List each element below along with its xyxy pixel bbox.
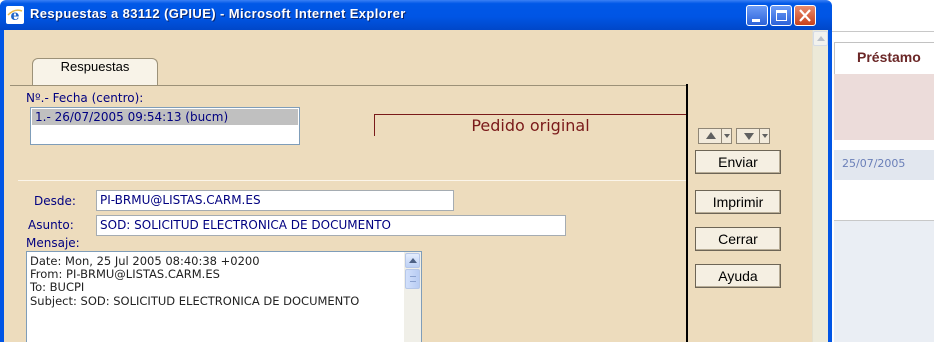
mensaje-line: From: PI-BRMU@LISTAS.CARM.ES xyxy=(30,267,220,281)
dropdown-toggle[interactable] xyxy=(759,129,769,143)
mensaje-line: Subject: SOD: SOLICITUD ELECTRONICA DE D… xyxy=(30,294,360,308)
chevron-down-icon xyxy=(724,134,730,138)
desde-label: Desde: xyxy=(34,194,76,208)
popup-window: e Respuestas a 83112 (GPIUE) - Microsoft… xyxy=(0,0,832,342)
minimize-button[interactable] xyxy=(746,5,768,26)
background-table-row[interactable]: 25/07/2005 xyxy=(834,150,934,180)
mensaje-scrollbar[interactable] xyxy=(404,252,421,342)
desde-field[interactable]: PI-BRMU@LISTAS.CARM.ES xyxy=(96,190,454,211)
background-page: Préstamo 25/07/2005 xyxy=(832,0,934,342)
minimize-icon xyxy=(752,19,760,22)
scroll-thumb[interactable] xyxy=(405,269,420,289)
window-title: Respuestas a 83112 (GPIUE) - Microsoft I… xyxy=(30,6,406,21)
tab-underline xyxy=(10,85,688,86)
enviar-button[interactable]: Enviar xyxy=(695,150,781,174)
imprimir-button[interactable]: Imprimir xyxy=(695,190,781,214)
asunto-field[interactable]: SOD: SOLICITUD ELECTRONICA DE DOCUMENTO xyxy=(96,215,566,236)
cerrar-button[interactable]: Cerrar xyxy=(695,227,781,251)
window-scrollbar[interactable] xyxy=(812,30,828,342)
close-button[interactable] xyxy=(794,5,816,26)
fecha-listbox[interactable]: 1.- 26/07/2005 09:54:13 (bucm) xyxy=(30,107,300,145)
background-toolbar xyxy=(832,0,934,32)
mensaje-textarea[interactable]: Date: Mon, 25 Jul 2005 08:40:38 +0200 Fr… xyxy=(26,251,422,342)
fecha-list-item[interactable]: 1.- 26/07/2005 09:54:13 (bucm) xyxy=(32,109,298,125)
arrow-down-icon xyxy=(744,133,754,140)
chevron-down-icon xyxy=(762,134,768,138)
background-date: 25/07/2005 xyxy=(842,157,906,170)
window-client-area: Respuestas Nº.- Fecha (centro): 1.- 26/0… xyxy=(4,30,828,342)
fecha-label: Nº.- Fecha (centro): xyxy=(26,91,144,105)
close-icon xyxy=(799,9,811,22)
panel-divider xyxy=(686,84,688,342)
maximize-icon xyxy=(776,10,787,21)
title-bar[interactable]: e Respuestas a 83112 (GPIUE) - Microsoft… xyxy=(0,0,832,30)
maximize-button[interactable] xyxy=(770,5,792,26)
next-response-button[interactable] xyxy=(736,128,770,144)
section-divider xyxy=(18,180,688,181)
ayuda-button[interactable]: Ayuda xyxy=(695,264,781,288)
internet-explorer-icon: e xyxy=(6,6,24,24)
background-header-text: Préstamo xyxy=(857,49,921,65)
background-panel xyxy=(834,220,934,342)
tab-respuestas[interactable]: Respuestas xyxy=(32,58,158,85)
mensaje-label: Mensaje: xyxy=(26,236,80,250)
chevron-up-icon xyxy=(817,36,825,41)
scroll-up-button[interactable] xyxy=(813,31,828,46)
pedido-original-link[interactable]: Pedido original xyxy=(374,114,686,136)
dropdown-toggle[interactable] xyxy=(721,129,731,143)
asunto-label: Asunto: xyxy=(28,218,74,232)
arrow-up-icon xyxy=(706,132,716,139)
mensaje-line: To: BUCPI xyxy=(30,280,85,294)
previous-response-button[interactable] xyxy=(698,128,732,144)
scroll-up-button[interactable] xyxy=(405,253,420,268)
respuestas-panel: Respuestas Nº.- Fecha (centro): 1.- 26/0… xyxy=(10,38,688,342)
background-table-header: Préstamo xyxy=(834,42,934,74)
grip-icon xyxy=(410,276,416,282)
chevron-up-icon xyxy=(409,258,417,263)
background-highlight-row xyxy=(834,74,934,140)
mensaje-line: Date: Mon, 25 Jul 2005 08:40:38 +0200 xyxy=(30,254,260,268)
